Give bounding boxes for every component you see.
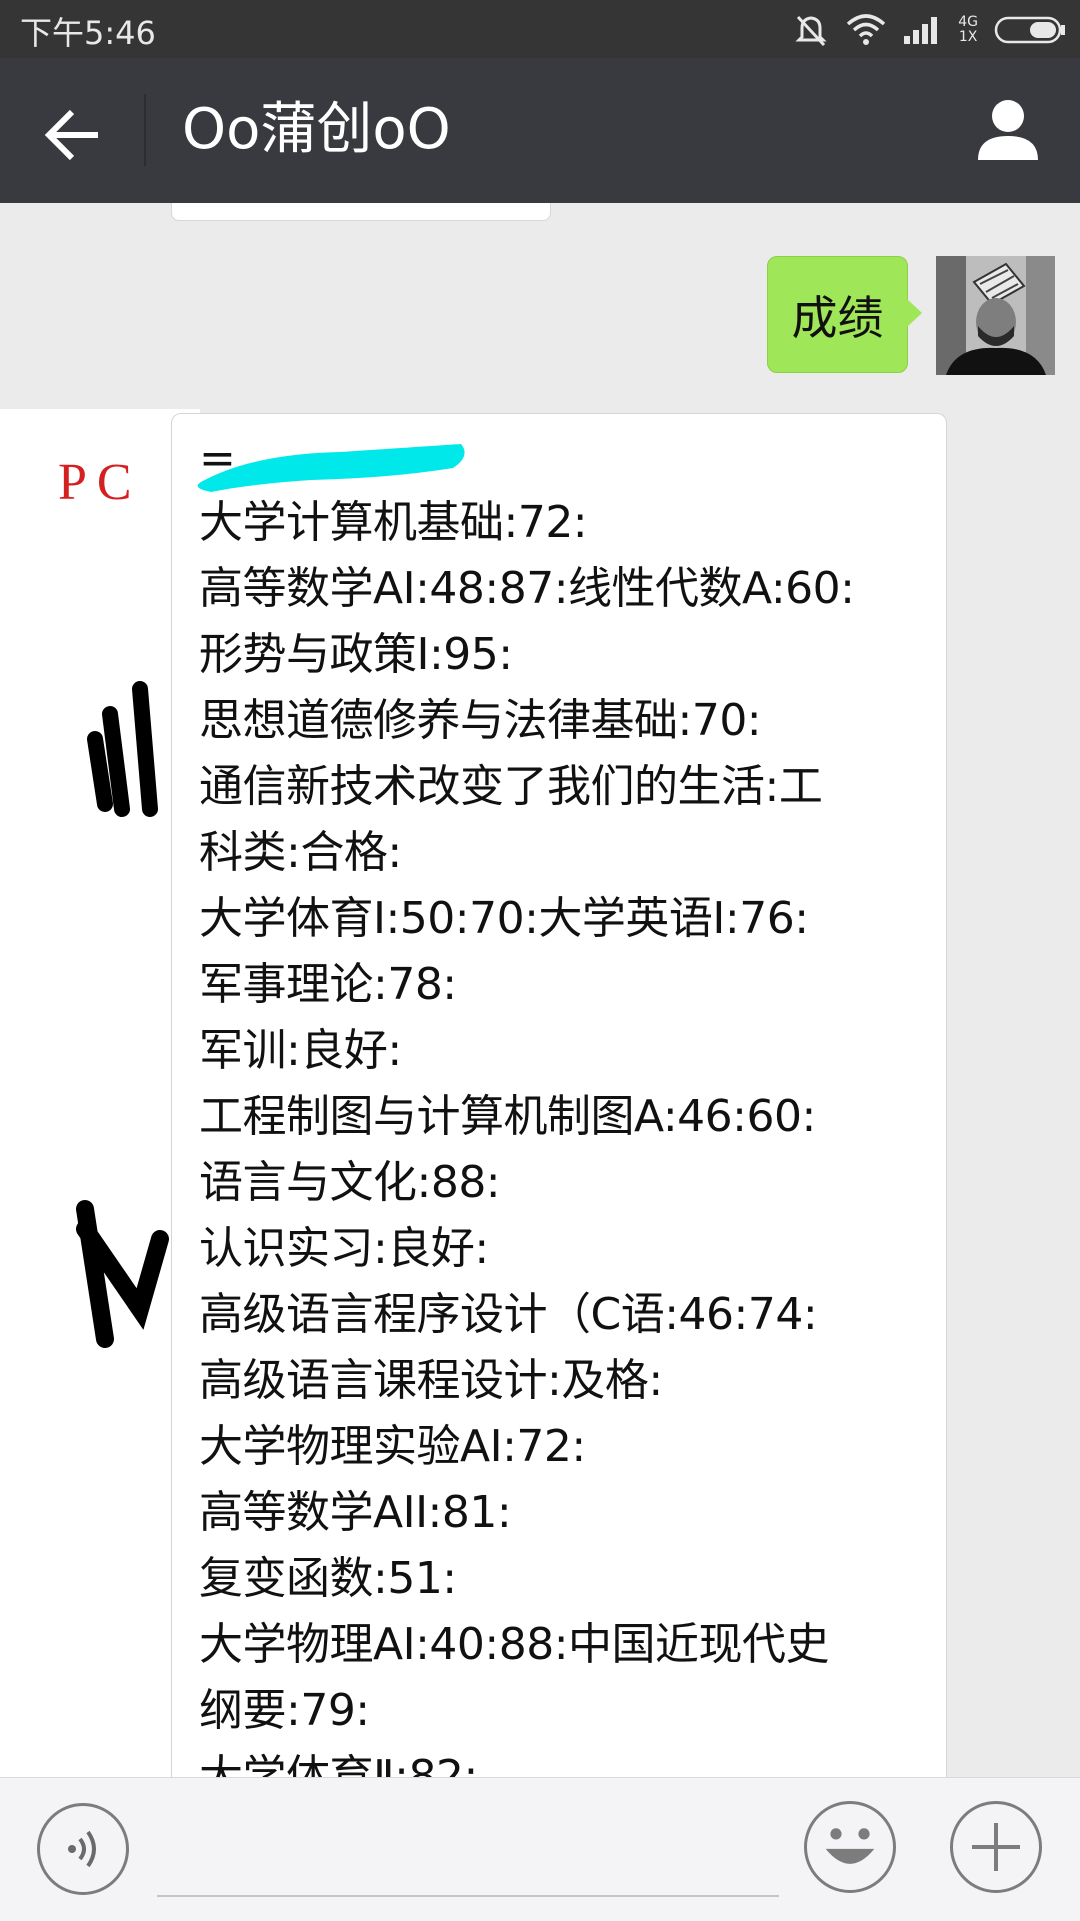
grade-line: 工程制图与计算机制图A:46:60: bbox=[199, 1091, 816, 1142]
plus-icon bbox=[972, 1823, 1020, 1871]
status-bar: 下午5:46 4G 1X bbox=[0, 0, 1080, 58]
grade-line: 科类:合格: bbox=[199, 827, 402, 878]
grade-line: 大学体育Ⅰ:50:70:大学英语I:76: bbox=[199, 893, 809, 944]
network-type-top: 4G bbox=[958, 14, 978, 30]
chat-title: Oo蒲创oO bbox=[182, 97, 451, 162]
sent-message-text: 成绩 bbox=[791, 290, 884, 345]
chat-area[interactable]: 成绩 PC = 大学计算机基础:72: 高等数学AI:48:87:线性代数A:6… bbox=[0, 203, 1080, 1777]
grade-line: 大学物理实验AI:72: bbox=[199, 1421, 586, 1472]
grade-line: 纲要:79: bbox=[199, 1685, 370, 1736]
voice-icon bbox=[68, 1830, 96, 1868]
mute-icon bbox=[795, 15, 827, 47]
avatar-portrait-image bbox=[936, 256, 1055, 375]
grade-line: 复变函数:51: bbox=[199, 1553, 457, 1604]
back-button[interactable] bbox=[38, 100, 108, 170]
redaction-scribble bbox=[197, 444, 465, 492]
wifi-icon bbox=[847, 14, 886, 45]
sent-message-bubble[interactable]: 成绩 bbox=[767, 256, 922, 373]
grade-line: 高等数学AII:81: bbox=[199, 1487, 512, 1538]
chat-info-button[interactable] bbox=[974, 96, 1042, 164]
grade-lines: 大学计算机基础:72: 高等数学AI:48:87:线性代数A:60: 形势与政策I:… bbox=[199, 490, 928, 1777]
grade-line: 通信新技术改变了我们的生活:工 bbox=[199, 761, 823, 812]
contact-avatar[interactable]: PC bbox=[0, 409, 200, 1777]
header-divider bbox=[144, 94, 146, 166]
network-type: 4G 1X bbox=[958, 15, 978, 45]
voice-input-button[interactable] bbox=[37, 1803, 129, 1895]
grade-line: 高等数学AI:48:87:线性代数A:60: bbox=[199, 563, 855, 614]
signal-icon bbox=[904, 17, 938, 44]
battery-icon bbox=[994, 16, 1065, 44]
status-time: 下午5:46 bbox=[20, 14, 156, 52]
input-bar bbox=[0, 1777, 1080, 1921]
grade-line: 思想道德修养与法律基础:70: bbox=[199, 695, 762, 746]
network-type-bottom: 1X bbox=[958, 29, 978, 45]
more-options-button[interactable] bbox=[950, 1801, 1042, 1893]
emoji-button[interactable] bbox=[804, 1801, 896, 1893]
grade-line: 大学物理AI:40:88:中国近现代史 bbox=[199, 1619, 830, 1670]
chat-header: Oo蒲创oO bbox=[0, 58, 1080, 203]
avatar-logo-image: PC bbox=[0, 409, 200, 1777]
grade-line: 军训:良好: bbox=[199, 1025, 402, 1076]
status-icons: 4G 1X bbox=[792, 10, 1066, 50]
grade-line: 语言与文化:88: bbox=[199, 1157, 501, 1208]
person-icon bbox=[978, 100, 1038, 160]
message-input[interactable] bbox=[157, 1895, 779, 1897]
grade-line: 认识实习:良好: bbox=[199, 1223, 489, 1274]
grade-line: 高级语言程序设计（C语:46:74: bbox=[199, 1289, 818, 1340]
grade-line: 形势与政策I:95: bbox=[199, 629, 513, 680]
received-message-bubble[interactable]: = 大学计算机基础:72: 高等数学AI:48:87:线性代数A:60: 形势与政策… bbox=[171, 413, 947, 1777]
grade-line: 大学体育Ⅱ:82: bbox=[199, 1751, 478, 1777]
redacted-line: = bbox=[197, 428, 928, 492]
avatar-logo-text: PC bbox=[58, 454, 142, 511]
back-arrow-icon bbox=[44, 109, 98, 161]
smiley-icon bbox=[825, 1828, 875, 1864]
grade-line: 高级语言课程设计:及格: bbox=[199, 1355, 663, 1406]
previous-message-bubble[interactable] bbox=[171, 203, 551, 221]
grade-line: 军事理论:78: bbox=[199, 959, 457, 1010]
my-avatar[interactable] bbox=[936, 256, 1055, 375]
